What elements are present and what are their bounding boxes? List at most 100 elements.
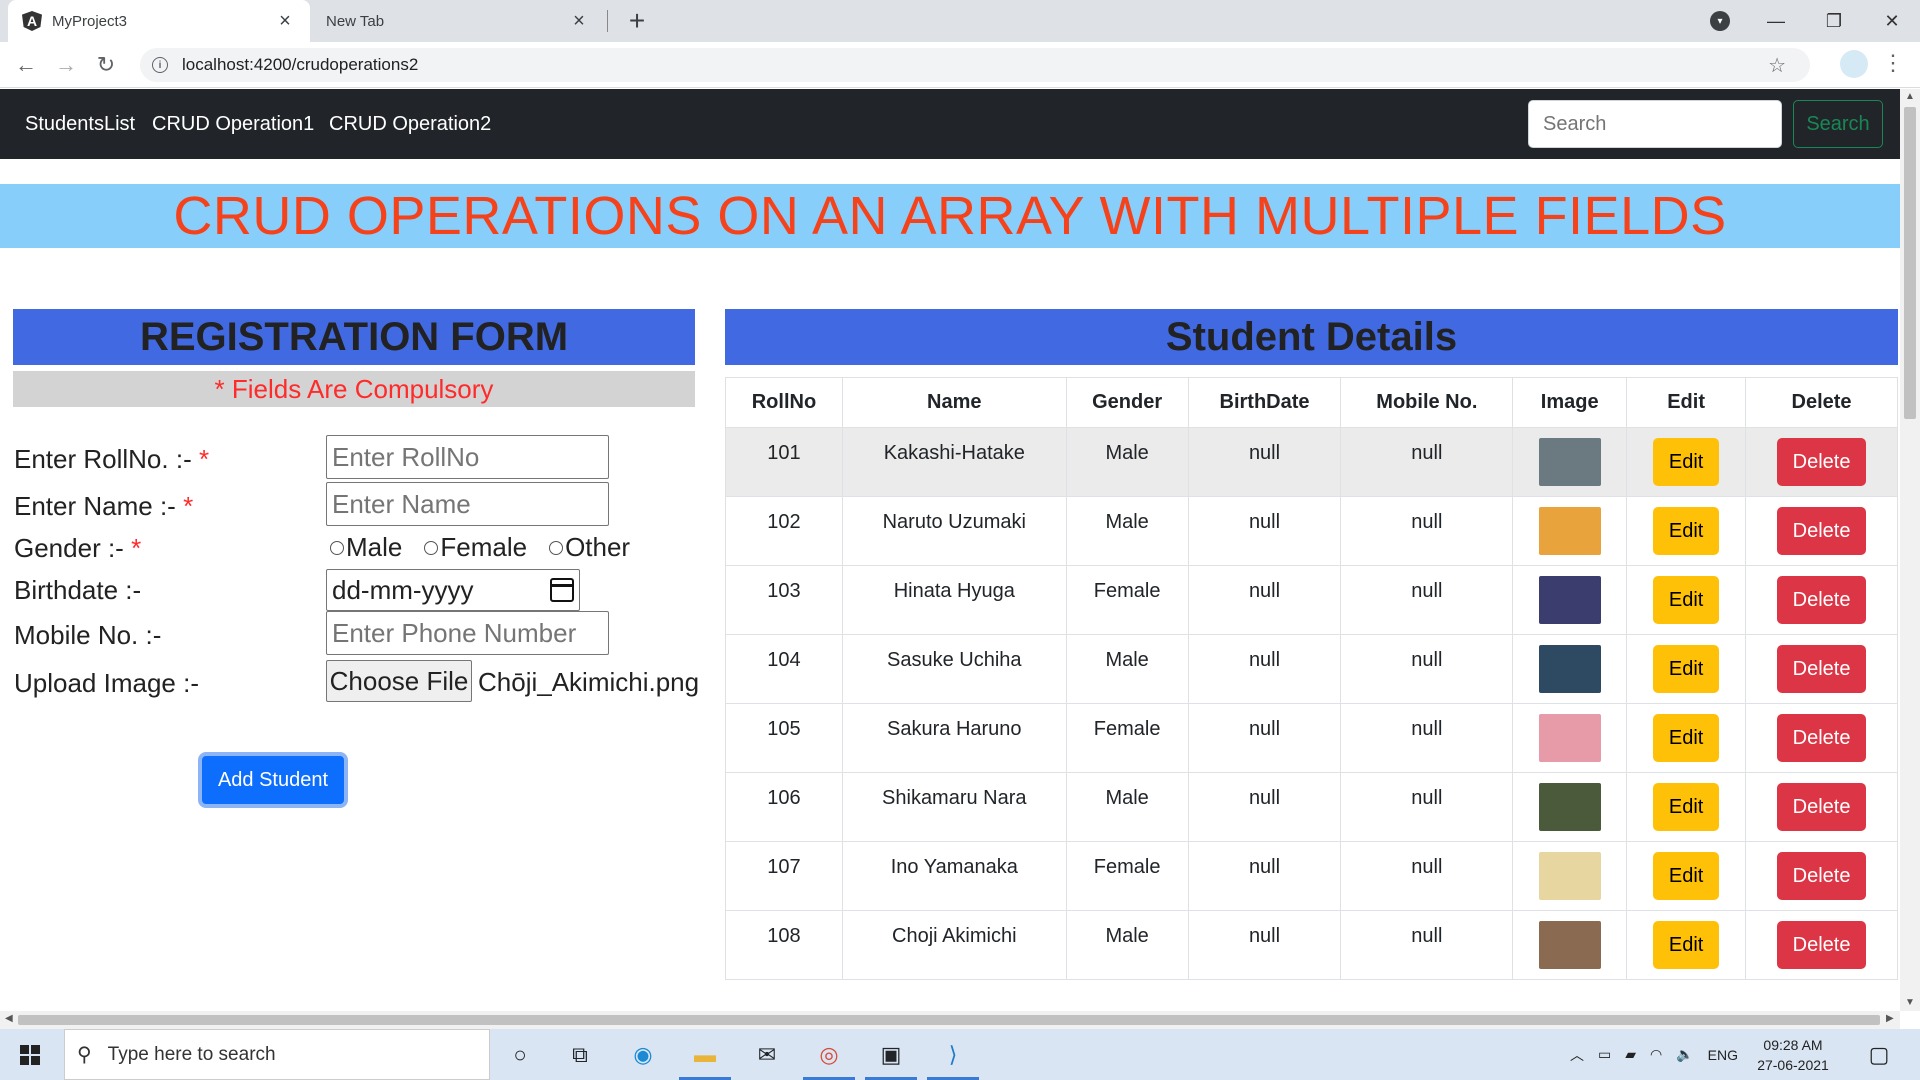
cell-name: Kakashi-Hatake <box>841 427 1067 497</box>
scroll-up-arrow-icon[interactable]: ▲ <box>1905 91 1915 102</box>
cell-birthdate: null <box>1187 496 1342 566</box>
edit-button[interactable]: Edit <box>1653 438 1720 486</box>
taskbar-search-placeholder: Type here to search <box>107 1043 276 1065</box>
delete-button[interactable]: Delete <box>1777 507 1867 555</box>
horizontal-scroll-thumb[interactable] <box>18 1015 1880 1025</box>
add-student-button[interactable]: Add Student <box>198 752 348 808</box>
volume-icon[interactable]: 🔈 <box>1676 1046 1693 1063</box>
vertical-scroll-thumb[interactable] <box>1904 107 1916 419</box>
bookmark-star-icon[interactable]: ☆ <box>1768 53 1786 78</box>
rollno-input[interactable]: Enter RollNo <box>326 435 609 479</box>
cell-rollno: 104 <box>725 634 843 704</box>
close-window-button[interactable]: ✕ <box>1862 0 1920 42</box>
cell-edit: Edit <box>1626 496 1747 566</box>
birthdate-input[interactable]: dd-mm-yyyy <box>326 569 580 611</box>
file-explorer-icon[interactable]: ▬ <box>688 1038 722 1072</box>
delete-button[interactable]: Delete <box>1777 921 1867 969</box>
cell-edit: Edit <box>1626 634 1747 704</box>
navbar-search-button[interactable]: Search <box>1793 100 1883 148</box>
clock-date: 27-06-2021 <box>1757 1057 1829 1073</box>
tab-new-tab[interactable]: New Tab × <box>312 0 604 42</box>
browser-menu-icon[interactable]: ⋮ <box>1882 50 1904 76</box>
radio-button[interactable] <box>549 540 564 555</box>
edit-button[interactable]: Edit <box>1653 714 1720 762</box>
new-tab-button[interactable]: + <box>622 4 652 38</box>
nav-link-crud-operation1[interactable]: CRUD Operation1 <box>152 113 314 136</box>
horizontal-scrollbar[interactable]: ◀ ▶ <box>0 1011 1900 1029</box>
site-info-icon[interactable]: i <box>152 57 168 73</box>
radio-button[interactable] <box>330 540 344 555</box>
edit-button[interactable]: Edit <box>1653 921 1720 969</box>
browser-tab-bar: A MyProject3 × New Tab × + ▾ — ❐ ✕ <box>0 0 1920 42</box>
edit-button[interactable]: Edit <box>1653 852 1720 900</box>
language-indicator[interactable]: ENG <box>1708 1047 1738 1063</box>
edit-button[interactable]: Edit <box>1653 783 1720 831</box>
gender-option-other[interactable]: Other <box>549 532 630 563</box>
delete-button[interactable]: Delete <box>1777 576 1867 624</box>
taskbar-search-box[interactable]: ⚲ Type here to search <box>64 1029 490 1080</box>
scroll-right-arrow-icon[interactable]: ▶ <box>1886 1013 1894 1024</box>
scroll-left-arrow-icon[interactable]: ◀ <box>5 1013 13 1024</box>
delete-button[interactable]: Delete <box>1777 438 1867 486</box>
back-icon[interactable]: ← <box>10 49 42 81</box>
edge-icon[interactable]: ◉ <box>626 1038 660 1072</box>
cell-gender: Male <box>1065 634 1189 704</box>
wifi-icon[interactable]: ◠ <box>1650 1046 1662 1063</box>
vscode-icon[interactable]: ⟩ <box>936 1038 970 1072</box>
scroll-down-arrow-icon[interactable]: ▼ <box>1905 997 1915 1008</box>
edit-button[interactable]: Edit <box>1653 645 1720 693</box>
delete-button[interactable]: Delete <box>1777 645 1867 693</box>
nav-link-crud-operation2[interactable]: CRUD Operation2 <box>329 113 491 136</box>
tab-myproject3[interactable]: A MyProject3 × <box>8 0 310 42</box>
mail-icon[interactable]: ✉ <box>750 1038 784 1072</box>
tab-search-icon[interactable]: ▾ <box>1710 11 1730 31</box>
device-icon[interactable]: ▭ <box>1598 1046 1611 1063</box>
delete-button[interactable]: Delete <box>1777 783 1867 831</box>
url-text[interactable]: localhost:4200/crudoperations2 <box>182 55 418 75</box>
name-input[interactable]: Enter Name <box>326 482 609 526</box>
student-avatar <box>1538 576 1601 624</box>
cell-name: Hinata Hyuga <box>841 565 1067 635</box>
cell-gender: Male <box>1065 910 1189 980</box>
windows-start-icon[interactable] <box>20 1045 40 1065</box>
cell-mobile: null <box>1340 841 1514 911</box>
navbar-search-input[interactable] <box>1528 100 1782 148</box>
cell-gender: Male <box>1065 427 1189 497</box>
chrome-icon[interactable]: ◎ <box>812 1038 846 1072</box>
delete-button[interactable]: Delete <box>1777 714 1867 762</box>
minimize-button[interactable]: — <box>1746 0 1806 42</box>
restore-button[interactable]: ❐ <box>1804 0 1864 42</box>
address-bar[interactable]: i localhost:4200/crudoperations2 ☆ <box>140 48 1810 82</box>
edit-button[interactable]: Edit <box>1653 576 1720 624</box>
battery-icon[interactable]: ▰ <box>1625 1046 1636 1063</box>
gender-option-female[interactable]: Female <box>424 532 527 563</box>
cortana-icon[interactable]: ○ <box>503 1038 537 1072</box>
vertical-scrollbar[interactable]: ▲ ▼ <box>1900 89 1920 1011</box>
close-tab-icon[interactable]: × <box>568 10 590 33</box>
notifications-icon[interactable]: ▢ <box>1862 1038 1896 1072</box>
task-view-icon[interactable]: ⧉ <box>563 1038 597 1072</box>
chevron-up-icon[interactable]: ︿ <box>1570 1045 1584 1065</box>
calendar-icon[interactable] <box>550 578 574 602</box>
search-icon: ⚲ <box>77 1044 92 1066</box>
windows-taskbar: ⚲ Type here to search ○ ⧉ ◉ ▬ ✉ ◎ ▣ ⟩ ︿ … <box>0 1029 1920 1080</box>
reload-icon[interactable]: ↻ <box>90 49 122 81</box>
extension-icon[interactable] <box>1840 50 1868 78</box>
choose-file-button[interactable]: Choose File <box>326 660 472 702</box>
table-header-row: RollNo Name Gender BirthDate Mobile No. … <box>725 377 1898 428</box>
mobile-input[interactable]: Enter Phone Number <box>326 611 609 655</box>
cell-name: Sakura Haruno <box>841 703 1067 773</box>
terminal-icon[interactable]: ▣ <box>874 1038 908 1072</box>
radio-button[interactable] <box>424 540 439 555</box>
edit-button[interactable]: Edit <box>1653 507 1720 555</box>
forward-icon[interactable]: → <box>50 49 82 81</box>
cell-delete: Delete <box>1745 496 1898 566</box>
table-row: 102 Naruto Uzumaki Male null null Edit Delete <box>725 496 1898 566</box>
clock[interactable]: 09:28 AM 27-06-2021 <box>1748 1035 1838 1075</box>
nav-link-students-list[interactable]: StudentsList <box>25 113 135 136</box>
delete-button[interactable]: Delete <box>1777 852 1867 900</box>
gender-option-male[interactable]: Male <box>330 532 402 563</box>
table-row: 105 Sakura Haruno Female null null Edit Delete <box>725 703 1898 773</box>
page-banner: CRUD OPERATIONS ON AN ARRAY WITH MULTIPL… <box>0 184 1900 248</box>
close-tab-icon[interactable]: × <box>274 10 296 33</box>
